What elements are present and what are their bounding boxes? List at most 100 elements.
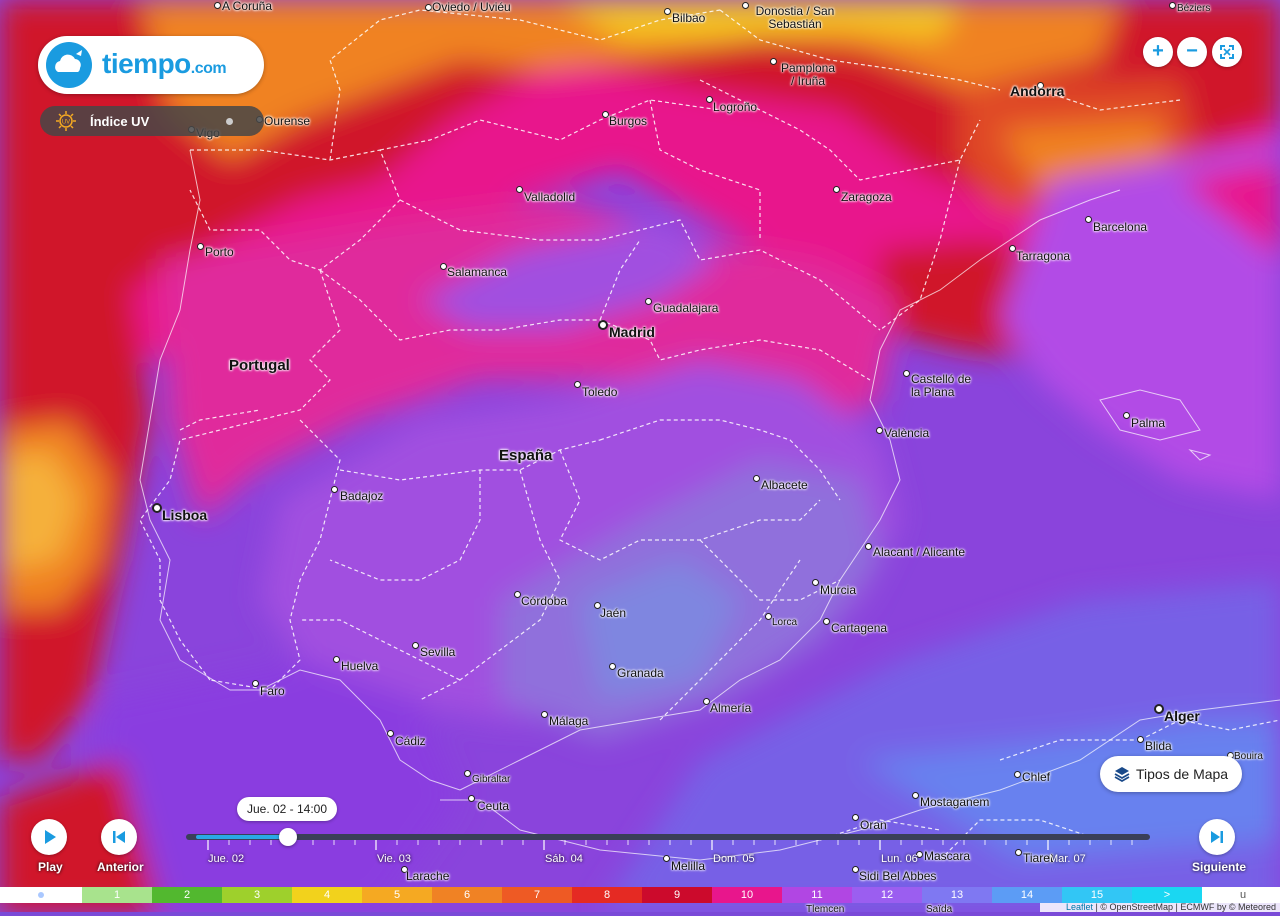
next-button[interactable]: [1199, 819, 1235, 855]
city-label: Córdoba: [521, 594, 568, 608]
day-label[interactable]: Sáb. 04: [545, 853, 583, 865]
attribution-text: © OpenStreetMap | ECMWF by © Meteored: [1100, 902, 1276, 912]
city-label: Tarragona: [1016, 249, 1071, 263]
city-label: Madrid: [609, 324, 655, 340]
legend-cell: 10: [712, 887, 782, 903]
layer-label: Índice UV: [90, 114, 150, 129]
city-label: Málaga: [549, 714, 589, 728]
city-label: Guadalajara: [653, 301, 719, 315]
city-label: Barcelona: [1093, 220, 1148, 234]
legend-cell: 15: [1062, 887, 1132, 903]
city-label: Murcia: [820, 583, 857, 597]
legend-cell: 3: [222, 887, 292, 903]
city-label: Granada: [617, 666, 664, 680]
city-label: Burgos: [609, 114, 648, 128]
cloud-logo-icon: [46, 42, 92, 88]
layers-icon: [1114, 767, 1130, 783]
fullscreen-icon: [1220, 45, 1234, 59]
country-label: Portugal: [229, 357, 290, 374]
legend-cell: 11: [782, 887, 852, 903]
layer-indicator: [226, 118, 233, 125]
city-label: Sidi Bel Abbes: [859, 869, 937, 883]
city-label: Tlemcen: [806, 904, 845, 915]
day-label[interactable]: Dom. 05: [713, 853, 755, 865]
play-icon: [45, 830, 56, 844]
map-types-button[interactable]: Tipos de Mapa: [1100, 756, 1242, 792]
day-label[interactable]: Mar. 07: [1049, 853, 1086, 865]
city-label: Blida: [1145, 739, 1172, 753]
city-label: Valladolid: [524, 190, 576, 204]
legend-cell: 14: [992, 887, 1062, 903]
city-label: Mostaganem: [920, 795, 990, 809]
city-label: Jaén: [600, 606, 627, 620]
leaflet-link[interactable]: Leaflet: [1066, 902, 1093, 912]
uv-legend: 1 2 3 4 5 6 7 8 9 10 11 12 13 14 15 > u: [0, 887, 1280, 903]
city-label: Ourense: [264, 114, 311, 128]
city-label: Badajoz: [340, 489, 384, 503]
legend-cell: 8: [572, 887, 642, 903]
zoom-in-button[interactable]: +: [1143, 37, 1173, 67]
previous-label: Anterior: [97, 860, 144, 874]
city-label: Faro: [260, 684, 285, 698]
logo-text: tiempo.com: [102, 48, 227, 79]
city-label: Logroño: [713, 100, 758, 114]
timeline-handle[interactable]: [279, 828, 297, 846]
city-label: Huelva: [341, 659, 379, 673]
day-label[interactable]: Vie. 03: [377, 853, 411, 865]
city-label: Chlef: [1022, 770, 1051, 784]
city-label: Lisboa: [162, 507, 208, 523]
city-label: Andorra: [1010, 83, 1065, 99]
city-label: Bilbao: [672, 11, 706, 25]
country-label: España: [499, 447, 553, 464]
city-label: Gibraltar: [472, 774, 511, 785]
city-label: Alacant / Alicante: [873, 545, 966, 559]
timeline-ticks: [207, 840, 1133, 850]
legend-cell: 12: [852, 887, 922, 903]
timeline-progress: [196, 835, 288, 839]
map-attribution: Leaflet | © OpenStreetMap | ECMWF by © M…: [1040, 903, 1280, 912]
city-label: Porto: [205, 245, 234, 259]
uv-sun-icon: UV: [56, 111, 76, 131]
city-label: Oran: [860, 818, 887, 832]
svg-text:UV: UV: [62, 120, 70, 126]
city-label: Palma: [1131, 416, 1166, 430]
legend-cell: 13: [922, 887, 992, 903]
legend-cell: 9: [642, 887, 712, 903]
city-label: València: [884, 426, 930, 440]
city-label: Alger: [1164, 708, 1200, 724]
city-label: Larache: [406, 869, 450, 883]
tiempo-logo[interactable]: tiempo.com: [38, 36, 264, 94]
city-label: Melilla: [671, 859, 706, 873]
city-label: Sevilla: [420, 645, 456, 659]
legend-cell: u: [1202, 887, 1280, 903]
city-label: Cádiz: [395, 734, 426, 748]
day-label[interactable]: Jue. 02: [208, 853, 244, 865]
map-types-label: Tipos de Mapa: [1136, 766, 1229, 782]
previous-button[interactable]: [101, 819, 137, 855]
legend-cell: 2: [152, 887, 222, 903]
city-label: Toledo: [582, 385, 618, 399]
skip-forward-icon: [1211, 831, 1223, 843]
city-label: Ceuta: [477, 799, 510, 813]
legend-cell: 4: [292, 887, 362, 903]
fullscreen-button[interactable]: [1212, 37, 1242, 67]
legend-cell: 1: [82, 887, 152, 903]
city-label: Zaragoza: [841, 190, 892, 204]
layer-selector[interactable]: UV Índice UV: [40, 106, 264, 136]
play-button[interactable]: [31, 819, 67, 855]
legend-cell: 5: [362, 887, 432, 903]
city-label: Oviedo / Uviéu: [432, 0, 511, 14]
zoom-out-button[interactable]: −: [1177, 37, 1207, 67]
legend-cell: 7: [502, 887, 572, 903]
city-label: A Coruña: [222, 0, 273, 13]
day-label[interactable]: Lun. 06: [881, 853, 918, 865]
city-label: Saïda: [926, 904, 953, 915]
city-label: Almería: [710, 701, 752, 715]
city-label: Bouira: [1234, 751, 1263, 762]
city-label: Castelló de la Plana: [911, 372, 972, 399]
current-time-tooltip: Jue. 02 - 14:00: [237, 797, 337, 821]
next-label: Siguiente: [1192, 860, 1247, 874]
uv-index-map[interactable]: [0, 0, 1280, 912]
city-label: Cartagena: [831, 621, 888, 635]
city-label: Lorca: [772, 617, 798, 628]
